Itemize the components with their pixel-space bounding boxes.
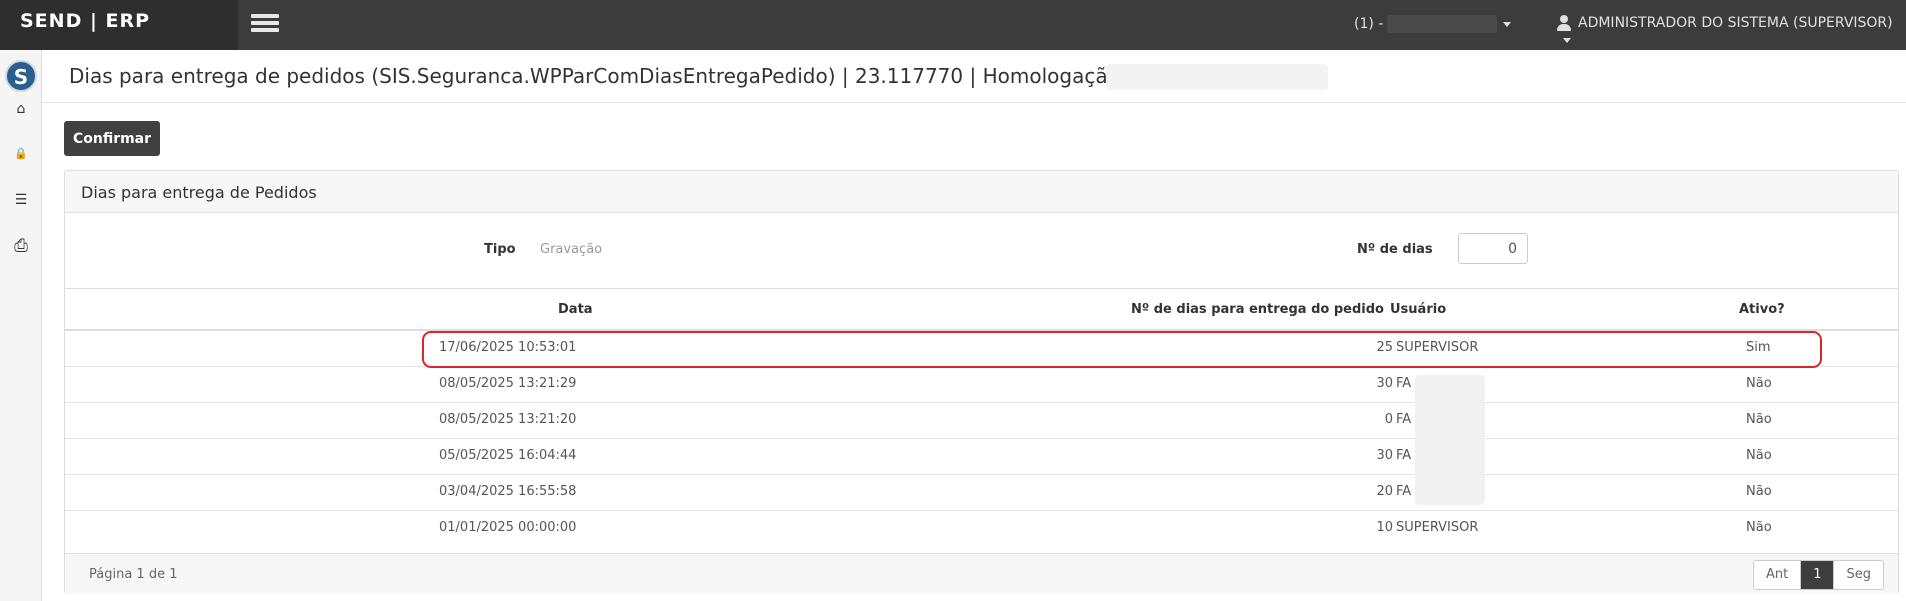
cell-dias: 0 xyxy=(1384,412,1393,427)
cell-usuario: FA xyxy=(1396,412,1412,427)
cell-data: 03/04/2025 16:55:58 xyxy=(439,484,577,499)
tipo-label: Tipo xyxy=(484,242,516,257)
user-name: ADMINISTRADOR DO SISTEMA (SUPERVISOR) xyxy=(1578,15,1893,31)
menu-toggle-icon[interactable] xyxy=(251,14,281,36)
table-row[interactable]: 08/05/2025 13:21:20 0 FA Não xyxy=(65,403,1898,439)
cell-usuario: FA xyxy=(1396,376,1412,391)
cell-usuario: FA xyxy=(1396,484,1412,499)
table-row[interactable]: 01/01/2025 00:00:00 10 SUPERVISOR Não xyxy=(65,511,1898,547)
cell-ativo: Não xyxy=(1746,520,1772,535)
chevron-down-icon xyxy=(1503,21,1512,27)
cell-ativo: Não xyxy=(1746,448,1772,463)
confirm-button[interactable]: Confirmar xyxy=(64,121,160,156)
page-header: Dias para entrega de pedidos (SIS.Segura… xyxy=(42,50,1906,103)
brand-logo[interactable]: SEND | ERP xyxy=(0,0,238,50)
table-row[interactable]: 17/06/2025 10:53:01 25 SUPERVISOR Sim xyxy=(65,331,1898,367)
header-data[interactable]: Data xyxy=(558,302,593,317)
company-name-redacted xyxy=(1387,15,1498,33)
table-row[interactable]: 08/05/2025 13:21:29 30 FA Não xyxy=(65,367,1898,403)
dias-input[interactable] xyxy=(1458,233,1528,264)
top-bar: SEND | ERP (1) - ADMINISTRADOR DO SISTEM… xyxy=(0,0,1906,50)
cell-usuario: FA xyxy=(1396,448,1412,463)
pagination: Ant 1 Seg xyxy=(1752,560,1884,590)
page-info: Página 1 de 1 xyxy=(89,567,178,582)
prev-page-button[interactable]: Ant xyxy=(1753,561,1802,589)
header-ativo[interactable]: Ativo? xyxy=(1739,302,1785,317)
panel-header: Dias para entrega de Pedidos xyxy=(65,171,1898,213)
cell-usuario: SUPERVISOR xyxy=(1396,340,1479,355)
print-icon[interactable]: ⎙ xyxy=(10,235,32,257)
tasks-icon[interactable]: ☰ xyxy=(10,189,32,211)
page-1-button[interactable]: 1 xyxy=(1801,561,1835,589)
header-usuario[interactable]: Usuário xyxy=(1390,302,1446,317)
panel-footer: Página 1 de 1 Ant 1 Seg xyxy=(65,553,1898,594)
cell-dias: 10 xyxy=(1376,520,1393,535)
cell-ativo: Não xyxy=(1746,484,1772,499)
page-title: Dias para entrega de pedidos (SIS.Segura… xyxy=(69,64,1133,88)
cell-dias: 30 xyxy=(1376,376,1393,391)
cell-data: 01/01/2025 00:00:00 xyxy=(439,520,577,535)
cell-usuario: SUPERVISOR xyxy=(1396,520,1479,535)
company-prefix: (1) - xyxy=(1354,16,1384,32)
cell-ativo: Não xyxy=(1746,412,1772,427)
dias-label: Nº de dias xyxy=(1357,242,1433,257)
cell-ativo: Não xyxy=(1746,376,1772,391)
cell-ativo: Sim xyxy=(1746,340,1771,355)
left-sidebar: S ⌂ 🔒 ☰ ⎙ xyxy=(0,50,42,601)
table-row[interactable]: 03/04/2025 16:55:58 20 FA Não xyxy=(65,475,1898,511)
cell-dias: 20 xyxy=(1376,484,1393,499)
table-header: Data Nº de dias para entrega do pedido U… xyxy=(65,288,1898,331)
table-row[interactable]: 05/05/2025 16:04:44 30 FA Não xyxy=(65,439,1898,475)
tipo-value: Gravação xyxy=(540,242,603,257)
panel-title: Dias para entrega de Pedidos xyxy=(81,183,317,202)
user-icon xyxy=(1556,14,1572,32)
lock-icon[interactable]: 🔒 xyxy=(10,143,32,165)
home-icon[interactable]: ⌂ xyxy=(10,98,32,120)
cell-data: 05/05/2025 16:04:44 xyxy=(439,448,577,463)
usuario-redacted xyxy=(1415,375,1485,505)
header-dias[interactable]: Nº de dias para entrega do pedido xyxy=(1131,302,1384,317)
delivery-days-panel: Dias para entrega de Pedidos Tipo Gravaç… xyxy=(64,170,1899,594)
environment-redacted xyxy=(1106,64,1328,90)
app-logo-icon[interactable]: S xyxy=(5,60,37,92)
cell-data: 08/05/2025 13:21:29 xyxy=(439,376,577,391)
cell-dias: 25 xyxy=(1376,340,1393,355)
cell-data: 08/05/2025 13:21:20 xyxy=(439,412,577,427)
cell-data: 17/06/2025 10:53:01 xyxy=(439,340,577,355)
next-page-button[interactable]: Seg xyxy=(1834,561,1883,589)
cell-dias: 30 xyxy=(1376,448,1393,463)
chevron-down-icon xyxy=(1563,37,1571,43)
user-menu[interactable]: ADMINISTRADOR DO SISTEMA (SUPERVISOR) xyxy=(1556,14,1906,48)
company-selector[interactable]: (1) - xyxy=(1354,15,1512,33)
